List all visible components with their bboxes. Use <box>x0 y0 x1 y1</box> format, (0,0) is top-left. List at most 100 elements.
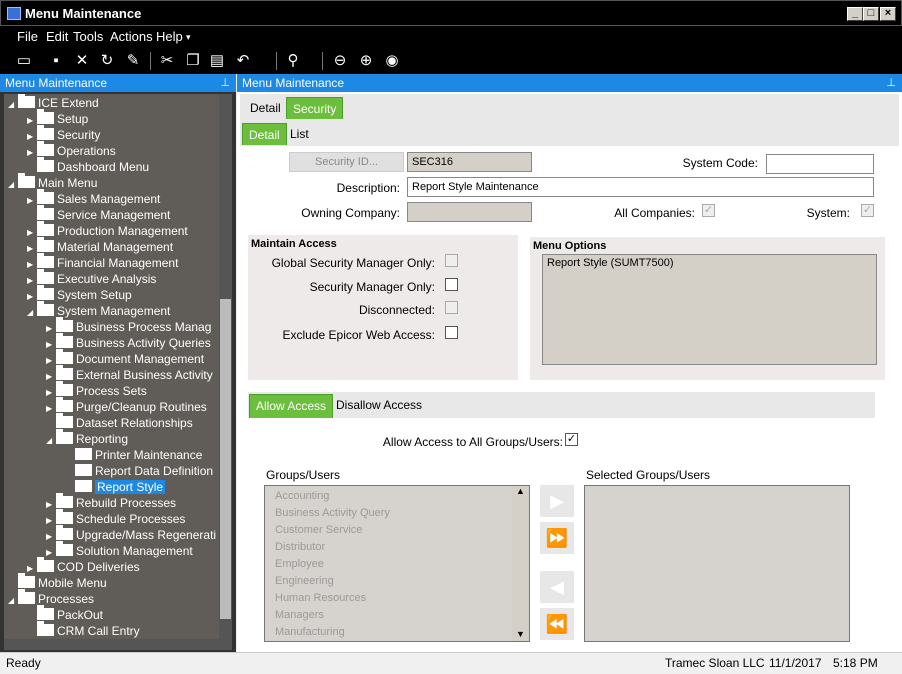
cut-icon[interactable]: ✂ <box>158 52 176 70</box>
group-list-item[interactable]: Customer Service <box>265 522 529 539</box>
maximize-button[interactable]: □ <box>863 7 879 21</box>
tree-item[interactable]: ▶ Executive Analysis <box>27 269 156 287</box>
tree-item[interactable]: ▶ Rebuild Processes <box>46 493 176 511</box>
tab-security[interactable]: Security <box>286 97 344 119</box>
pin-icon[interactable]: ⊥ <box>220 74 230 92</box>
collapse-arrow-icon[interactable]: ◢ <box>8 97 18 113</box>
pin-icon[interactable]: ⊥ <box>886 74 896 92</box>
tree-item[interactable]: ◢ Reporting <box>46 429 128 449</box>
groups-users-list[interactable]: Accounting Business Activity Query Custome… <box>264 485 530 642</box>
system-checkbox[interactable]: ✓ <box>861 204 874 217</box>
save-icon[interactable]: ▪ <box>47 52 65 70</box>
delete-icon[interactable]: ✕ <box>73 52 91 70</box>
system-code-label: System Code: <box>682 156 758 170</box>
tree-item[interactable]: Dashboard Menu <box>27 157 149 175</box>
menu-options-list[interactable]: Report Style (SUMT7500) <box>542 254 877 365</box>
scroll-down-icon[interactable]: ▼ <box>512 629 529 639</box>
new-icon[interactable]: ▭ <box>15 52 33 70</box>
tree-item[interactable]: ▶ COD Deliveries <box>27 557 140 575</box>
tree-item[interactable]: Report Data Definition <box>65 463 213 479</box>
close-button[interactable]: × <box>880 7 896 21</box>
group-list-item[interactable]: Human Resources <box>265 590 529 607</box>
tree-item[interactable]: ▶ Purge/Cleanup Routines <box>46 397 207 415</box>
menu-option-item[interactable]: Report Style (SUMT7500) <box>543 255 876 271</box>
tree-item[interactable]: ▶ Schedule Processes <box>46 509 185 527</box>
tab-sub-detail[interactable]: Detail <box>242 123 287 145</box>
groups-scrollbar[interactable]: ▲ ▼ <box>512 486 529 641</box>
tree-item[interactable]: ▶ Upgrade/Mass Regenerati <box>46 525 216 543</box>
search-icon[interactable]: ⚲ <box>284 52 302 70</box>
menu-edit[interactable]: Edit <box>46 29 68 44</box>
tab-list[interactable]: List <box>284 123 315 145</box>
menu-help[interactable]: Help <box>156 29 183 44</box>
tree-item[interactable]: ◢ Main Menu <box>8 173 97 193</box>
tab-disallow-access[interactable]: Disallow Access <box>330 394 428 416</box>
tree-item[interactable]: Report Style <box>65 479 166 495</box>
owning-company-field[interactable] <box>407 202 532 222</box>
system-code-field[interactable] <box>766 154 874 174</box>
move-right-button[interactable]: ▶ <box>540 485 574 517</box>
security-id-button[interactable]: Security ID... <box>289 152 404 172</box>
scroll-up-icon[interactable]: ▲ <box>512 486 529 496</box>
move-all-right-button[interactable]: ⏩ <box>540 522 574 554</box>
collapse-arrow-icon[interactable]: ◢ <box>8 177 18 193</box>
collapse-arrow-icon[interactable]: ◢ <box>46 433 56 449</box>
global-security-manager-checkbox[interactable] <box>445 254 458 267</box>
tree-item[interactable]: ▶ Business Activity Queries <box>46 333 211 351</box>
exclude-web-access-checkbox[interactable] <box>445 326 458 339</box>
tab-allow-access[interactable]: Allow Access <box>249 394 334 418</box>
tree-item[interactable]: ◢ System Management <box>27 301 170 321</box>
minimize-button[interactable]: _ <box>847 7 863 21</box>
menu-overflow-icon[interactable]: ▾ <box>186 32 191 43</box>
tree-item[interactable]: Printer Maintenance <box>65 447 202 463</box>
group-list-item[interactable]: Business Activity Query <box>265 505 529 522</box>
menu-actions[interactable]: Actions <box>110 29 153 44</box>
security-manager-only-checkbox[interactable] <box>445 278 458 291</box>
group-list-item[interactable]: Accounting <box>265 488 529 505</box>
group-list-item[interactable]: Managers <box>265 607 529 624</box>
tree-item[interactable]: CRM Call Entry <box>27 621 140 639</box>
refresh-icon[interactable]: ↻ <box>98 52 116 70</box>
next-icon[interactable]: ⊕ <box>357 52 375 70</box>
window-title: Menu Maintenance <box>25 6 142 21</box>
menu-tree[interactable]: ◢ ICE Extend ▶ Setup ▶ Security ▶ Operations Das… <box>4 94 232 650</box>
tree-item[interactable]: ▶ Financial Management <box>27 253 178 271</box>
collapse-arrow-icon[interactable]: ◢ <box>27 305 37 321</box>
collapse-arrow-icon[interactable]: ◢ <box>8 593 18 609</box>
paste-icon[interactable]: ▤ <box>208 52 226 70</box>
description-field[interactable]: Report Style Maintenance <box>407 177 874 197</box>
tree-item[interactable]: Service Management <box>27 205 170 223</box>
all-companies-checkbox[interactable]: ✓ <box>702 204 715 217</box>
menu-tools[interactable]: Tools <box>73 29 103 44</box>
group-list-item[interactable]: Manufacturing <box>265 624 529 641</box>
group-list-item[interactable]: Distributor <box>265 539 529 556</box>
tree-item[interactable]: ▶ Material Management <box>27 237 173 255</box>
tab-detail[interactable]: Detail <box>244 97 287 119</box>
move-all-left-button[interactable]: ⏪ <box>540 608 574 640</box>
clear-icon[interactable]: ✎ <box>124 52 142 70</box>
copy-icon[interactable]: ❐ <box>184 52 202 70</box>
move-left-button[interactable]: ◀ <box>540 571 574 603</box>
disconnected-checkbox[interactable] <box>445 301 458 314</box>
menu-file[interactable]: File <box>17 29 38 44</box>
tree-item[interactable]: ▶ External Business Activity <box>46 365 213 383</box>
tree-item[interactable]: ◢ Processes <box>8 589 94 609</box>
undo-icon[interactable]: ↶ <box>234 52 252 70</box>
tree-item[interactable]: Dataset Relationships <box>46 413 193 431</box>
home-icon[interactable]: ◉ <box>383 52 401 70</box>
security-id-field[interactable]: SEC316 <box>407 152 532 172</box>
tree-item[interactable]: ▶ Solution Management <box>46 541 193 559</box>
tree-item[interactable]: ▶ Business Process Manag <box>46 317 211 335</box>
tree-scroll-thumb[interactable] <box>220 299 231 619</box>
tree-item[interactable]: ▶ Production Management <box>27 221 188 239</box>
tree-item[interactable]: ▶ Sales Management <box>27 189 160 207</box>
group-list-item[interactable]: Engineering <box>265 573 529 590</box>
previous-icon[interactable]: ⊖ <box>331 52 349 70</box>
allow-all-checkbox[interactable]: ✓ <box>565 433 578 446</box>
tree-item[interactable]: ◢ ICE Extend <box>8 94 99 113</box>
status-text: Ready <box>6 656 41 670</box>
tree-horizontal-scrollbar[interactable] <box>4 639 232 650</box>
tree-item[interactable]: ▶ Document Management <box>46 349 204 367</box>
selected-groups-list[interactable] <box>584 485 850 642</box>
group-list-item[interactable]: Employee <box>265 556 529 573</box>
